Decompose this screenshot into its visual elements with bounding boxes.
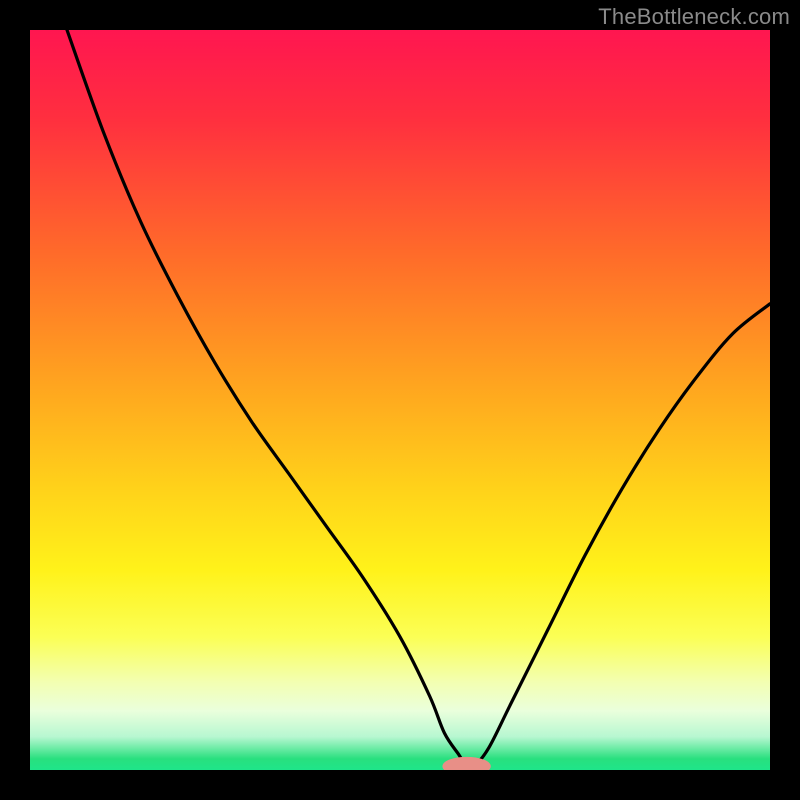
watermark-text: TheBottleneck.com [598,4,790,30]
bottleneck-chart [30,30,770,770]
gradient-background [30,30,770,770]
chart-frame [30,30,770,770]
